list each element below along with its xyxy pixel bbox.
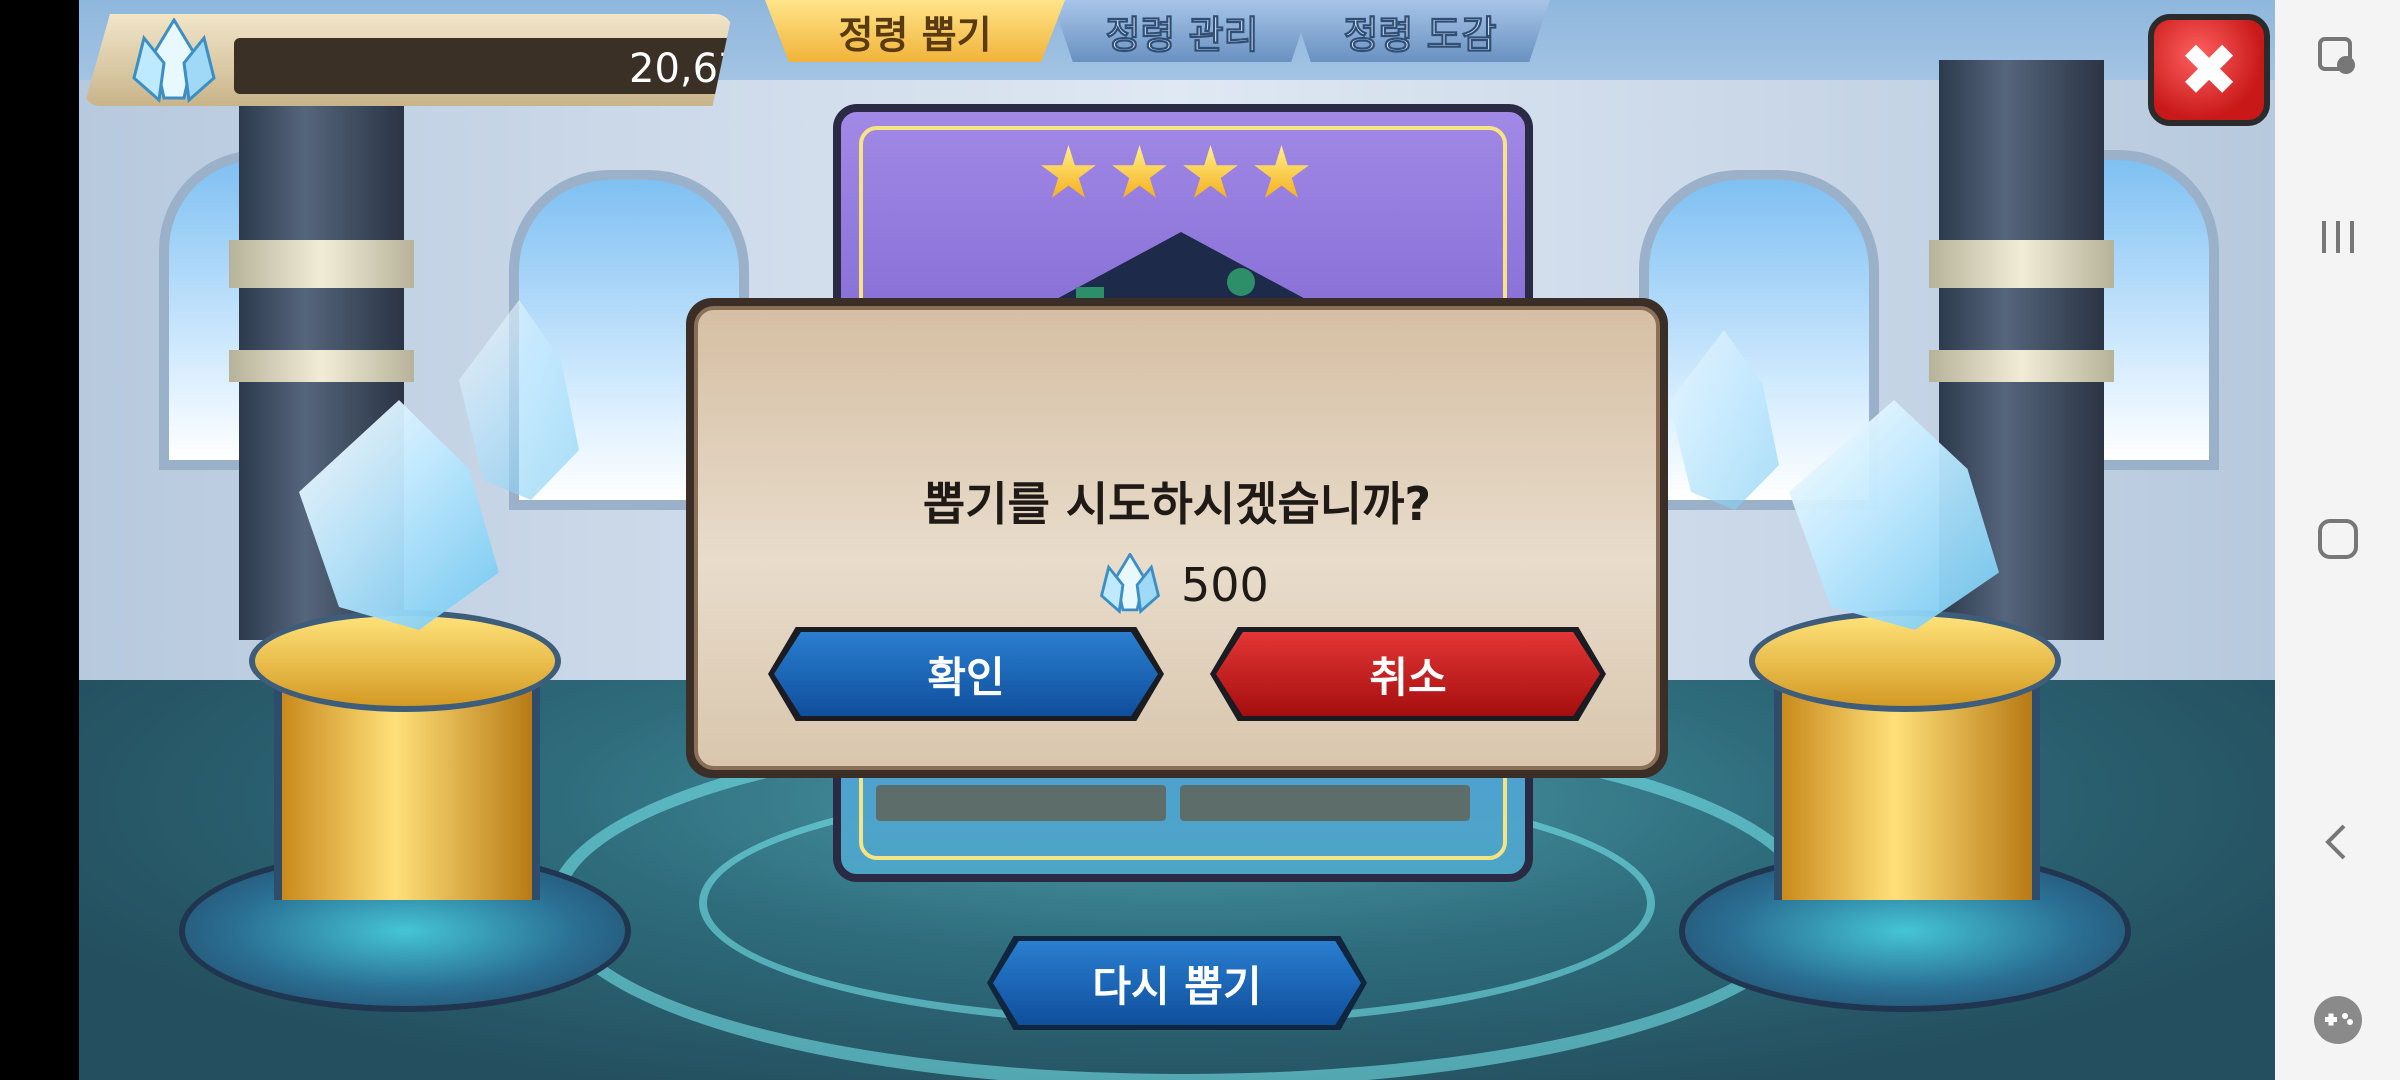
currency-bar: 20,678 <box>234 38 732 94</box>
redraw-button[interactable]: 다시 뽑기 <box>993 941 1361 1025</box>
card-stat-slot <box>876 785 1166 821</box>
cost-value: 500 <box>1181 558 1269 612</box>
cost-row: 500 <box>1093 550 1269 620</box>
close-icon: ✖ <box>2178 28 2240 112</box>
close-button[interactable]: ✖ <box>2148 14 2270 126</box>
star-icon <box>1254 145 1309 198</box>
recent-apps-icon[interactable] <box>2311 210 2365 264</box>
crystal-icon <box>124 17 224 108</box>
tab-label: 정령 관리 <box>1105 12 1259 57</box>
dialog-message: 뽑기를 시도하시겠습니까? <box>922 477 1432 531</box>
screen-touch-icon[interactable] <box>2311 30 2365 84</box>
star-icon <box>1112 145 1167 198</box>
confirm-dialog: 뽑기를 시도하시겠습니까? 500 확인 취소 <box>686 298 1668 778</box>
cancel-button[interactable]: 취소 <box>1216 632 1600 716</box>
tab-label: 정령 뽑기 <box>838 12 992 57</box>
confirm-button[interactable]: 확인 <box>774 632 1158 716</box>
star-icon <box>1041 145 1096 198</box>
back-icon[interactable] <box>2311 815 2365 869</box>
tab-label: 정령 도감 <box>1343 12 1497 57</box>
star-icon <box>1183 145 1238 198</box>
card-stat-slot <box>1180 785 1470 821</box>
confirm-label: 확인 <box>927 652 1005 702</box>
pillar-band <box>1929 240 2114 288</box>
crystal-icon <box>1093 551 1167 617</box>
pillar-band <box>1929 350 2114 382</box>
tab-spirit-collection[interactable]: 정령 도감 <box>1290 0 1550 62</box>
redraw-label: 다시 뽑기 <box>1092 961 1262 1011</box>
rarity-stars <box>1040 145 1310 215</box>
pillar-band <box>229 240 414 288</box>
cancel-label: 취소 <box>1369 652 1447 702</box>
tab-spirit-draw[interactable]: 정령 뽑기 <box>765 0 1065 62</box>
home-icon[interactable] <box>2311 512 2365 566</box>
system-navigation-bar <box>2275 0 2400 1080</box>
dialog-panel: 뽑기를 시도하시겠습니까? 500 확인 취소 <box>694 306 1660 770</box>
game-tools-icon[interactable] <box>2311 993 2365 1047</box>
left-black-bar <box>0 0 79 1080</box>
pillar-band <box>229 350 414 382</box>
tab-spirit-management[interactable]: 정령 관리 <box>1052 0 1312 62</box>
